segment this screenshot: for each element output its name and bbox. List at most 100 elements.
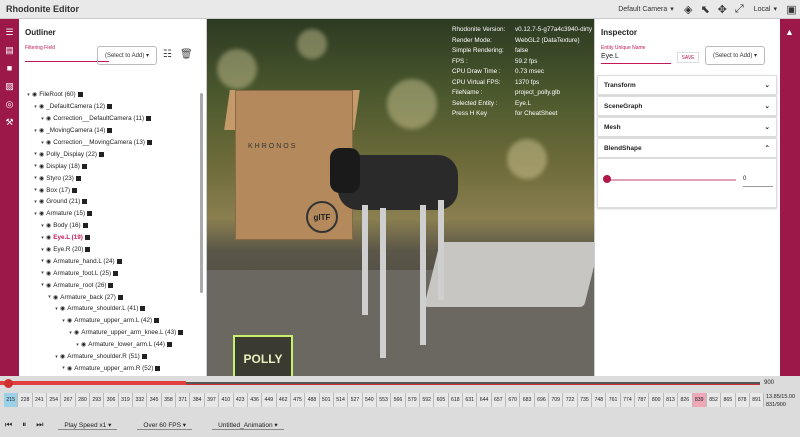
eye-icon[interactable]: ◉	[60, 305, 65, 312]
timeline-frame[interactable]: 488	[305, 393, 320, 407]
timeline-frame[interactable]: 319	[118, 393, 134, 407]
vr-icon[interactable]: ◎	[0, 95, 19, 113]
timeline-frame[interactable]: 280	[75, 393, 91, 407]
timeline-frame[interactable]: 215	[4, 393, 19, 407]
animation-select[interactable]: Untitled_Animation ▾	[212, 421, 284, 430]
chevron-down-icon[interactable]: ▾	[32, 104, 39, 110]
timeline-frame[interactable]: 410	[219, 393, 234, 407]
chevron-down-icon[interactable]: ▾	[67, 330, 74, 336]
timeline-frame[interactable]: 605	[434, 393, 449, 407]
chevron-down-icon[interactable]: ▾	[74, 342, 81, 348]
timeline-end-value[interactable]: 900	[764, 380, 774, 386]
chevron-down-icon[interactable]: ▾	[39, 270, 46, 276]
move-icon[interactable]: ✥	[714, 1, 731, 18]
timeline-frame[interactable]: 631	[463, 393, 478, 407]
tree-item[interactable]: ▾ ◉ Armature_back (27)	[19, 291, 205, 303]
timeline-frame[interactable]: 371	[176, 393, 191, 407]
timeline-frame[interactable]: 228	[18, 393, 33, 407]
chevron-down-icon[interactable]: ▾	[60, 318, 67, 324]
fps-mode-select[interactable]: Over 60 FPS ▾	[137, 421, 193, 430]
timeline-frame[interactable]: 501	[319, 393, 334, 407]
timeline-frame[interactable]: 787	[635, 393, 650, 407]
eye-icon[interactable]: ◉	[39, 210, 44, 217]
grid-icon[interactable]: ◈	[680, 1, 697, 18]
section-transform[interactable]: Transform ⌄	[597, 75, 777, 95]
chevron-down-icon[interactable]: ▾	[39, 247, 46, 253]
chevron-down-icon[interactable]: ▾	[32, 187, 39, 193]
timeline-frame[interactable]: 566	[391, 393, 406, 407]
space-select[interactable]: Local ▾	[748, 0, 783, 19]
timeline-frame[interactable]: 800	[649, 393, 664, 407]
chevron-down-icon[interactable]: ▾	[53, 306, 60, 312]
eye-icon[interactable]: ◉	[67, 365, 72, 372]
timeline-frame[interactable]: 579	[405, 393, 420, 407]
chevron-down-icon[interactable]: ▾	[39, 235, 46, 241]
collapse-icon[interactable]: ☷	[163, 49, 172, 60]
timeline-start-handle[interactable]	[4, 379, 13, 388]
tree-item[interactable]: ▾ ◉ Armature (15)	[19, 208, 205, 220]
tree-item[interactable]: ▾ ◉ Correction__DefaultCamera (11)	[19, 113, 205, 125]
timeline-frame[interactable]: 774	[620, 393, 636, 407]
camera-select[interactable]: Default Camera ▾	[612, 0, 680, 19]
timeline-frame[interactable]: 423	[233, 393, 248, 407]
tree-item[interactable]: ▾ ◉ Polly_Display (22)	[19, 148, 205, 160]
timeline-frame[interactable]: 384	[190, 393, 205, 407]
camera-icon[interactable]: ■	[0, 59, 19, 77]
timeline-frame[interactable]: 839	[692, 393, 707, 407]
timeline-frame[interactable]: 735	[577, 393, 593, 407]
tree-item[interactable]: ▾ ◉ Eye.R (20)	[19, 244, 205, 256]
timeline-frame[interactable]: 332	[133, 393, 148, 407]
eye-icon[interactable]: ◉	[81, 341, 86, 348]
image-icon[interactable]: ▨	[0, 77, 19, 95]
timeline-frame[interactable]: 306	[104, 393, 119, 407]
skip-start-icon[interactable]: ⏮	[0, 420, 17, 430]
timeline-frame[interactable]: 852	[706, 393, 722, 407]
tree-item[interactable]: ▾ ◉ Ground (21)	[19, 196, 205, 208]
tree-item[interactable]: ▾ ◉ Armature_hand.L (24)	[19, 255, 205, 267]
eye-icon[interactable]: ◉	[39, 127, 44, 134]
timeline-frame[interactable]: 462	[276, 393, 291, 407]
blendshape-value[interactable]: 0	[743, 176, 746, 182]
section-scenegraph[interactable]: SceneGraph ⌄	[597, 96, 777, 116]
eye-icon[interactable]: ◉	[60, 353, 65, 360]
save-button[interactable]: SAVE	[677, 52, 699, 63]
eye-icon[interactable]: ◉	[46, 246, 51, 253]
chevron-down-icon[interactable]: ▾	[32, 163, 39, 169]
tree-item[interactable]: ▾ ◉ Eye.L (19)	[19, 232, 205, 244]
wrench-icon[interactable]: ⚒	[0, 113, 19, 131]
timeline-frame[interactable]: 670	[506, 393, 521, 407]
select-cursor-icon[interactable]: ⬉	[697, 1, 714, 18]
outliner-add-select[interactable]: (Select to Add) ▾	[97, 46, 157, 65]
tree-item[interactable]: ▾ ◉ Armature_shoulder.R (51)	[19, 351, 205, 363]
timeline-frame[interactable]: 397	[204, 393, 220, 407]
section-mesh[interactable]: Mesh ⌄	[597, 117, 777, 137]
timeline-frame[interactable]: 436	[247, 393, 263, 407]
eye-icon[interactable]: ◉	[39, 151, 44, 158]
tree-item[interactable]: ▾ ◉ Armature_foot.L (25)	[19, 267, 205, 279]
eye-icon[interactable]: ◉	[39, 198, 44, 205]
timeline-frame[interactable]: 514	[333, 393, 349, 407]
timeline-frame[interactable]: 657	[491, 393, 507, 407]
file-icon[interactable]: ▤	[0, 41, 19, 59]
eye-icon[interactable]: ◉	[46, 270, 51, 277]
tree-item[interactable]: ▾ ◉ _DefaultCamera (12)	[19, 101, 205, 113]
chevron-down-icon[interactable]: ▾	[53, 354, 60, 360]
chevron-down-icon[interactable]: ▾	[32, 199, 39, 205]
tree-item[interactable]: ▾ ◉ Armature_shoulder.L (41)	[19, 303, 205, 315]
eye-icon[interactable]: ◉	[39, 175, 44, 182]
tree-item[interactable]: ▾ ◉ _MovingCamera (14)	[19, 125, 205, 137]
tree-item[interactable]: ▾ ◉ Armature_upper_arm.R (52)	[19, 362, 205, 374]
timeline-frame[interactable]: 722	[563, 393, 578, 407]
chevron-down-icon[interactable]: ▾	[32, 151, 39, 157]
chevron-down-icon[interactable]: ▾	[32, 128, 39, 134]
inspector-add-select[interactable]: (Select to Add) ▾	[705, 46, 765, 65]
chevron-down-icon[interactable]: ▾	[60, 365, 67, 371]
timeline-frame[interactable]: 878	[735, 393, 750, 407]
eye-icon[interactable]: ◉	[46, 222, 51, 229]
pause-icon[interactable]: ⏸	[17, 420, 31, 430]
timeline-frame[interactable]: 592	[419, 393, 435, 407]
eye-icon[interactable]: ◉	[46, 139, 51, 146]
timeline-frame[interactable]: 709	[549, 393, 564, 407]
tree-item[interactable]: ▾ ◉ Styro (23)	[19, 172, 205, 184]
chevron-down-icon[interactable]: ▾	[39, 116, 46, 122]
